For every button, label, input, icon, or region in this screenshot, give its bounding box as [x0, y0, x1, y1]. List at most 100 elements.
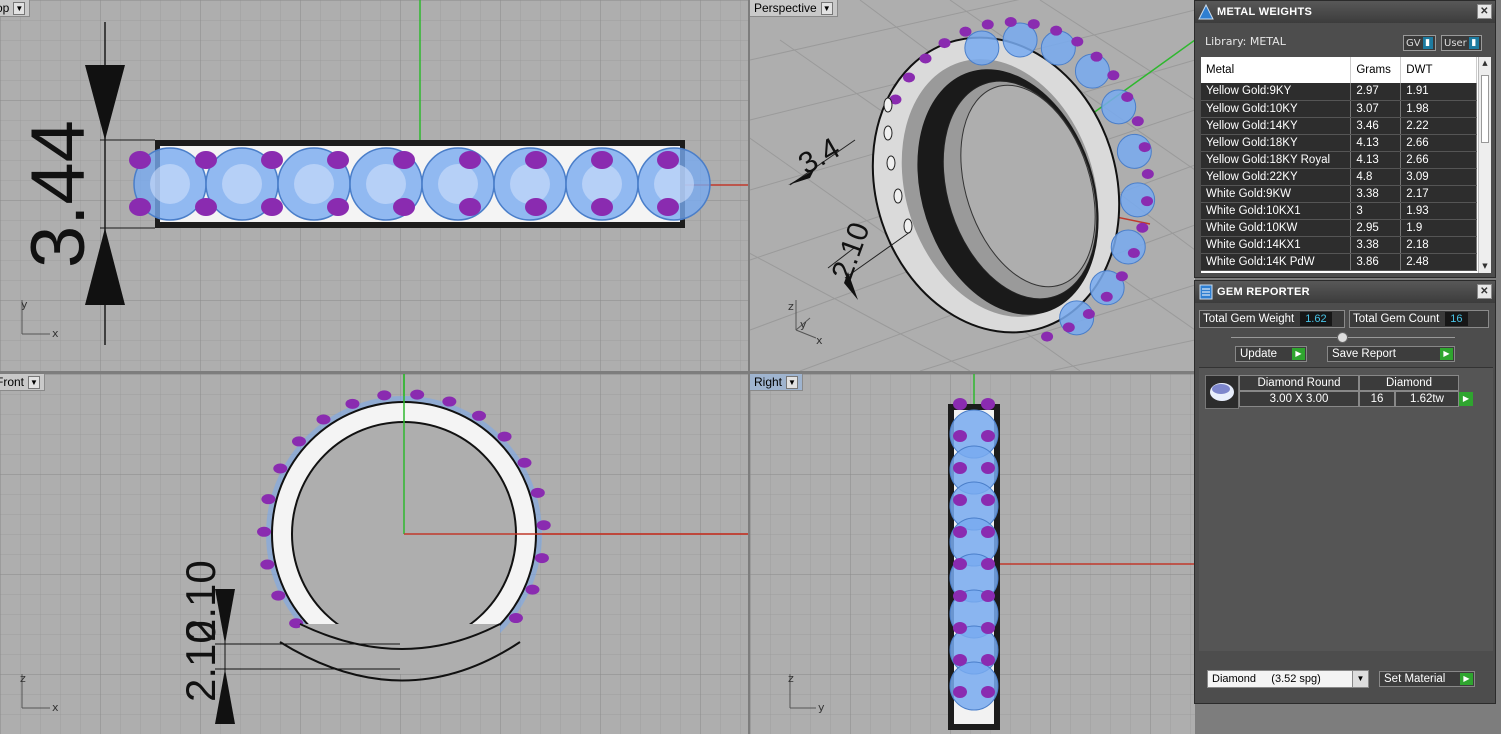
prong-shape — [525, 584, 540, 595]
prong-shape — [953, 622, 967, 634]
top-viewport[interactable]: 3.44 y x Top▼ — [0, 0, 748, 371]
table-row[interactable]: White Gold:10KX1 3 1.93 — [1201, 202, 1477, 220]
table-row[interactable]: Yellow Gold:10KY 3.07 1.98 — [1201, 100, 1477, 118]
tab-top[interactable]: Top▼ — [0, 0, 31, 17]
total-gem-weight: Total Gem Weight 1.62 — [1199, 310, 1345, 328]
user-toggle[interactable]: User ▮ — [1441, 35, 1482, 51]
prong-shape — [953, 494, 967, 506]
gem-shape — [1110, 229, 1146, 265]
total-gem-weight-value: 1.62 — [1300, 312, 1332, 326]
table-row[interactable]: White Gold:10KW 2.95 1.9 — [1201, 219, 1477, 237]
prong-shape — [919, 53, 932, 64]
chevron-down-icon[interactable]: ▼ — [820, 1, 833, 15]
prong-shape — [981, 622, 995, 634]
scroll-up-icon[interactable]: ▲ — [1479, 57, 1491, 70]
prong-shape — [291, 436, 306, 447]
prong-shape — [1090, 51, 1103, 62]
grams-cell: 3.07 — [1350, 100, 1402, 118]
prong-shape — [1107, 70, 1120, 81]
viewport-label: Top — [0, 1, 10, 15]
tab-perspective[interactable]: Perspective ▼ — [750, 0, 838, 17]
prong-shape — [257, 526, 272, 537]
prong-shape — [953, 430, 967, 442]
prong-shape — [410, 389, 425, 400]
table-scrollbar[interactable]: ▲ ▼ — [1478, 57, 1491, 273]
table-row[interactable]: White Gold:14KX1 3.38 2.18 — [1201, 236, 1477, 254]
prong-shape — [953, 398, 967, 410]
save-report-button[interactable]: Save Report ▶ — [1327, 346, 1455, 362]
perspective-viewport[interactable]: 3.4 2.10 z x y Perspective ▼ — [750, 0, 1195, 371]
column-header-grams[interactable]: Grams — [1350, 57, 1402, 83]
metal-name-cell: Yellow Gold:18KY — [1201, 134, 1352, 152]
prong-shape — [981, 686, 995, 698]
total-gem-count-label: Total Gem Count — [1353, 313, 1440, 325]
prong-shape — [442, 396, 457, 407]
grams-cell: 3.46 — [1350, 117, 1402, 135]
chevron-down-icon[interactable]: ▼ — [13, 1, 26, 15]
dwt-cell: 2.17 — [1400, 185, 1477, 203]
prong-shape — [261, 151, 283, 169]
list-item[interactable]: Diamond Round Diamond 3.00 X 3.00 16 1.6… — [1205, 375, 1473, 409]
prong-shape — [1138, 142, 1151, 153]
front-viewport[interactable]: 2.10 2.10 z x Front▼ — [0, 374, 748, 734]
splitter-handle[interactable] — [1337, 332, 1348, 343]
chevron-down-icon[interactable]: ▼ — [1352, 671, 1368, 687]
axis-y-label: y — [800, 318, 807, 331]
prong-shape — [903, 72, 916, 83]
column-header-dwt[interactable]: DWT — [1400, 57, 1477, 83]
dwt-cell: 1.91 — [1400, 83, 1477, 101]
gem-reporter-panel: GEM REPORTER ✕ Total Gem Weight 1.62 Tot… — [1194, 280, 1496, 704]
prong-shape — [1100, 291, 1113, 302]
gem-shape — [949, 661, 999, 711]
prong-shape — [459, 198, 481, 216]
metal-name-cell: White Gold:9KW — [1201, 185, 1352, 203]
select-gem-button[interactable]: ▶ — [1459, 392, 1473, 406]
right-viewport[interactable]: z y Right ▼ — [750, 374, 1195, 734]
gem-weight: 1.62tw — [1395, 391, 1459, 407]
tab-front[interactable]: Front▼ — [0, 374, 46, 391]
update-button[interactable]: Update ▶ — [1235, 346, 1307, 362]
scroll-down-icon[interactable]: ▼ — [1479, 260, 1491, 273]
gem-facet — [366, 164, 406, 204]
prong-shape — [1041, 331, 1054, 342]
gv-toggle[interactable]: GV ▮ — [1403, 35, 1436, 51]
axis-z-label: z — [788, 300, 794, 313]
axis-x-label: x — [52, 327, 59, 340]
metal-table[interactable]: Metal Grams DWT Yellow Gold:9KY 2.97 1.91 Y… — [1201, 57, 1491, 273]
table-row[interactable]: Yellow Gold:18KY Royal 4.13 2.66 — [1201, 151, 1477, 169]
scroll-thumb[interactable] — [1481, 75, 1489, 143]
prong-shape — [953, 686, 967, 698]
table-row[interactable]: Yellow Gold:9KY 2.97 1.91 — [1201, 83, 1477, 101]
gem-reporter-title: GEM REPORTER — [1217, 286, 1310, 298]
chevron-down-icon[interactable]: ▼ — [28, 375, 41, 389]
metal-name-cell: Yellow Gold:18KY Royal — [1201, 151, 1352, 169]
tab-right[interactable]: Right ▼ — [750, 374, 804, 391]
metal-name-cell: White Gold:10KW — [1201, 219, 1352, 237]
close-icon[interactable]: ✕ — [1477, 4, 1492, 19]
viewport-label: Perspective — [754, 1, 817, 15]
grams-cell: 3.38 — [1350, 236, 1402, 254]
table-row[interactable]: White Gold:9KW 3.38 2.17 — [1201, 185, 1477, 203]
close-icon[interactable]: ✕ — [1477, 284, 1492, 299]
table-row[interactable]: White Gold:14K PdW 3.86 2.48 — [1201, 253, 1477, 271]
prong-shape — [525, 151, 547, 169]
table-row[interactable]: Yellow Gold:14KY 3.46 2.22 — [1201, 117, 1477, 135]
prong-shape — [1027, 19, 1040, 30]
prong-shape — [657, 198, 679, 216]
prong-shape — [129, 151, 151, 169]
prong-shape — [1141, 169, 1154, 180]
table-row[interactable]: Yellow Gold:22KY 4.8 3.09 — [1201, 168, 1477, 186]
chevron-down-icon[interactable]: ▼ — [786, 375, 799, 389]
prong-shape — [953, 590, 967, 602]
table-row[interactable]: Yellow Gold:18KY 4.13 2.66 — [1201, 134, 1477, 152]
update-button-label: Update — [1240, 348, 1278, 360]
material-select[interactable]: Diamond (3.52 spg) ▼ — [1207, 670, 1369, 688]
grams-cell: 2.95 — [1350, 219, 1402, 237]
total-gem-count: Total Gem Count 16 — [1349, 310, 1489, 328]
set-material-button[interactable]: Set Material ▶ — [1379, 671, 1475, 687]
column-header-metal[interactable]: Metal — [1201, 57, 1352, 83]
total-gem-count-value: 16 — [1445, 312, 1468, 326]
gem-shape — [964, 30, 1000, 66]
play-icon: ▶ — [1292, 348, 1305, 360]
metal-name-cell: White Gold:10KX1 — [1201, 202, 1352, 220]
